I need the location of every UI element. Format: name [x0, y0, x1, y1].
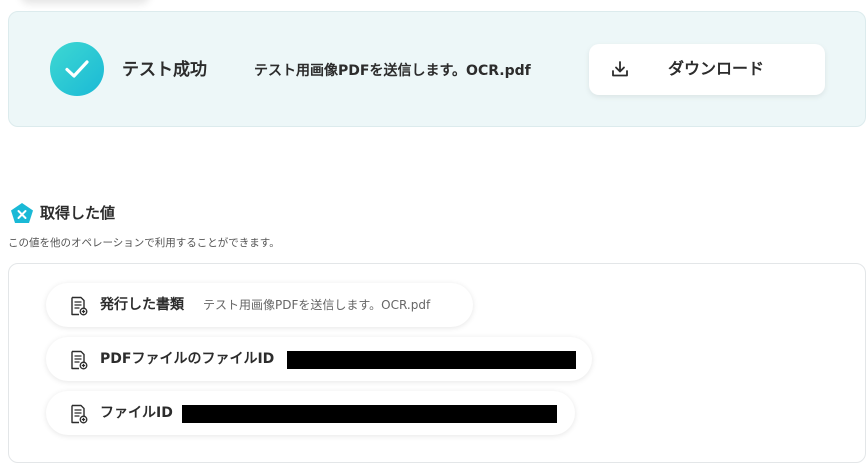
value-label: PDFファイルのファイルID [100, 351, 275, 367]
value-text: テスト用画像PDFを送信します。OCR.pdf [203, 298, 431, 312]
section-description: この値を他のオペレーションで利用することができます。 [8, 237, 280, 249]
value-label: 発行した書類 [100, 297, 184, 313]
test-result-card: テスト成功 テスト用画像PDFを送信します。OCR.pdf ダウンロード [8, 11, 866, 127]
values-card: 発行した書類 テスト用画像PDFを送信します。OCR.pdf PDFファイルのフ… [8, 263, 866, 463]
document-icon [71, 350, 88, 370]
test-status-label: テスト成功 [122, 60, 207, 80]
section-title: 取得した値 [40, 204, 116, 222]
check-circle-icon [50, 42, 104, 96]
download-button[interactable]: ダウンロード [589, 44, 825, 95]
value-chip-file-id[interactable]: ファイルID [46, 391, 575, 435]
value-chip-pdf-file-id[interactable]: PDFファイルのファイルID [46, 337, 592, 381]
document-icon [71, 296, 88, 316]
value-chip-issued-document[interactable]: 発行した書類 テスト用画像PDFを送信します。OCR.pdf [46, 283, 473, 327]
redacted-value [287, 351, 576, 369]
result-filename: テスト用画像PDFを送信します。OCR.pdf [254, 63, 531, 79]
download-icon [612, 61, 628, 77]
download-label: ダウンロード [668, 59, 765, 78]
document-icon [71, 404, 88, 424]
value-label: ファイルID [100, 405, 173, 421]
variable-icon [11, 203, 33, 223]
redacted-value [182, 405, 557, 423]
